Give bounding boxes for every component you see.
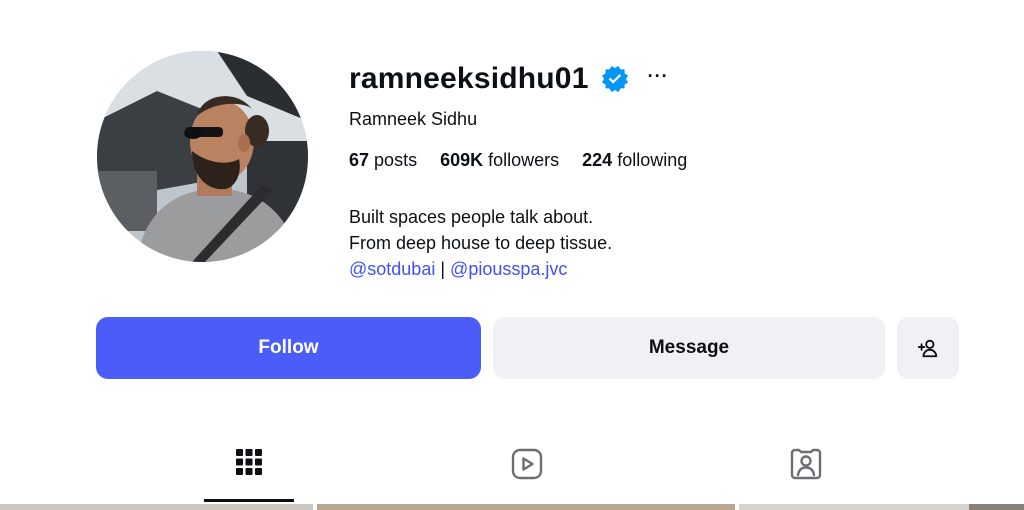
following-stat[interactable]: 224 following — [582, 149, 687, 171]
grid-icon — [236, 449, 262, 475]
profile-info: ramneeksidhu01 ··· Ramneek Sidhu 67 post… — [349, 58, 969, 279]
message-button[interactable]: Message — [493, 317, 885, 379]
more-options-button[interactable]: ··· — [648, 66, 669, 92]
tab-tagged[interactable] — [761, 448, 851, 504]
username: ramneeksidhu01 — [349, 62, 589, 95]
full-name: Ramneek Sidhu — [349, 109, 478, 129]
following-label: following — [617, 150, 688, 170]
followers-count: 609K — [440, 150, 484, 170]
username-row: ramneeksidhu01 ··· — [349, 58, 969, 100]
tab-posts[interactable] — [204, 448, 294, 504]
mention-separator: | — [440, 259, 446, 279]
bio-line-1: Built spaces people talk about. — [349, 207, 594, 227]
bio-line-2: From deep house to deep tissue. — [349, 233, 613, 253]
profile-bio: Built spaces people talk about. From dee… — [349, 204, 612, 282]
follow-button[interactable]: Follow — [96, 317, 481, 379]
post-thumbnail[interactable] — [317, 504, 735, 510]
following-count: 224 — [582, 150, 613, 170]
mention-link-piousspa[interactable]: @piousspa.jvc — [450, 259, 567, 279]
avatar-photo — [97, 51, 308, 262]
profile-avatar[interactable] — [97, 51, 308, 262]
profile-stats: 67 posts 609K followers 224 following — [349, 149, 710, 171]
suggested-accounts-button[interactable] — [897, 317, 959, 379]
verified-badge-icon — [601, 66, 628, 92]
posts-label: posts — [374, 150, 418, 170]
profile-page: ramneeksidhu01 ··· Ramneek Sidhu 67 post… — [0, 0, 1024, 510]
mention-link-sotdubai[interactable]: @sotdubai — [349, 259, 435, 279]
posts-grid-preview — [0, 504, 1024, 510]
bio-mentions: @sotdubai | @piousspa.jvc — [349, 256, 612, 282]
post-thumbnail[interactable] — [739, 504, 969, 510]
posts-stat[interactable]: 67 posts — [349, 149, 417, 171]
followers-stat[interactable]: 609K followers — [440, 149, 559, 171]
tab-reels[interactable] — [482, 448, 572, 504]
posts-count: 67 — [349, 150, 370, 170]
post-thumbnail[interactable] — [0, 504, 313, 510]
post-thumbnail[interactable] — [969, 504, 1024, 510]
tagged-icon — [790, 448, 822, 480]
followers-label: followers — [488, 150, 560, 170]
reels-icon — [511, 448, 543, 480]
add-person-icon — [917, 339, 938, 358]
